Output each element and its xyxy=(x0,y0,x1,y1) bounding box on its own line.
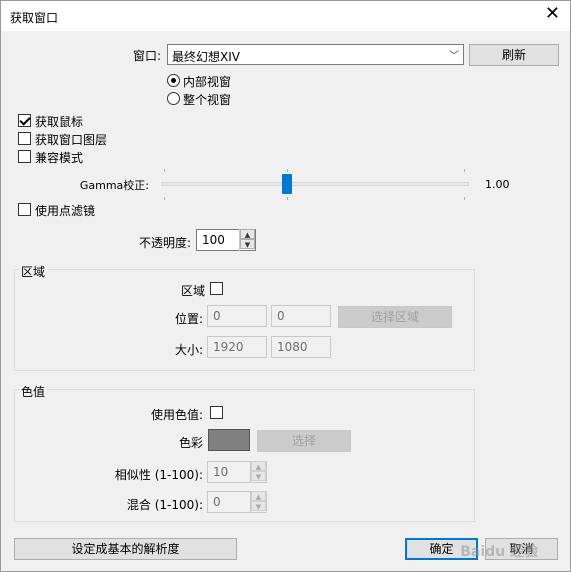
height-input[interactable]: 1080 xyxy=(271,336,331,358)
color-group-title: 色值 xyxy=(19,383,48,400)
slider-tick xyxy=(464,169,465,172)
opacity-input[interactable]: 100 ▲ ▼ xyxy=(196,229,256,251)
use-filter-checkbox[interactable] xyxy=(18,203,31,216)
use-color-label: 使用色值: xyxy=(150,408,203,422)
position-x-input[interactable]: 0 xyxy=(207,305,267,327)
radio-whole-window[interactable] xyxy=(167,92,180,105)
select-region-button[interactable]: 选择区域 xyxy=(338,306,452,328)
blend-stepper[interactable]: ▲ ▼ xyxy=(250,491,266,513)
gamma-slider-thumb[interactable] xyxy=(282,174,292,194)
position-y-input[interactable]: 0 xyxy=(271,305,331,327)
gamma-label: Gamma校正: xyxy=(79,179,149,192)
select-color-button[interactable]: 选择 xyxy=(257,430,351,452)
window-label: 窗口: xyxy=(132,49,161,63)
stepper-up-icon[interactable]: ▲ xyxy=(240,229,255,239)
region-group-title: 区域 xyxy=(19,263,48,280)
region-enable-checkbox[interactable] xyxy=(210,282,223,295)
compat-mode-label: 兼容模式 xyxy=(35,151,84,165)
blend-label: 混合 (1-100): xyxy=(126,498,203,512)
opacity-value: 100 xyxy=(202,233,225,247)
capture-layers-checkbox[interactable] xyxy=(18,132,31,145)
use-filter-label: 使用点滤镜 xyxy=(35,204,96,218)
use-color-checkbox[interactable] xyxy=(210,406,223,419)
dialog-title: 获取窗口 xyxy=(10,11,59,25)
radio-whole-window-label: 整个视窗 xyxy=(183,93,232,107)
capture-mouse-label: 获取鼠标 xyxy=(35,115,84,129)
radio-inner-window-label: 内部视窗 xyxy=(183,75,232,89)
capture-layers-label: 获取窗口图层 xyxy=(35,133,108,147)
base-resolution-button[interactable]: 设定成基本的解析度 xyxy=(14,538,237,560)
radio-inner-window[interactable] xyxy=(167,74,180,87)
stepper-down-icon[interactable]: ▼ xyxy=(251,471,266,481)
slider-tick xyxy=(287,169,288,172)
opacity-stepper[interactable]: ▲ ▼ xyxy=(239,229,255,251)
window-select[interactable]: 最终幻想XIV ﹀ xyxy=(167,44,464,65)
similarity-label: 相似性 (1-100): xyxy=(114,468,203,482)
position-label: 位置: xyxy=(174,312,203,326)
slider-tick xyxy=(287,197,288,200)
width-input[interactable]: 1920 xyxy=(207,336,267,358)
stepper-up-icon[interactable]: ▲ xyxy=(251,461,266,471)
chevron-down-icon: ﹀ xyxy=(449,51,459,62)
refresh-button[interactable]: 刷新 xyxy=(469,44,559,66)
blend-input[interactable]: 0 ▲ ▼ xyxy=(207,491,267,513)
size-label: 大小: xyxy=(174,343,203,357)
close-icon[interactable]: ✕ xyxy=(545,5,560,23)
blend-value: 0 xyxy=(213,495,221,509)
get-window-dialog: 获取窗口 ✕ 窗口: 最终幻想XIV ﹀ 刷新 内部视窗 整个视窗 获取鼠标 获… xyxy=(0,0,571,572)
window-select-value: 最终幻想XIV xyxy=(172,50,240,64)
stepper-down-icon[interactable]: ▼ xyxy=(251,501,266,511)
color-label: 色彩 xyxy=(178,436,203,450)
title-bar: 获取窗口 ✕ xyxy=(1,1,570,31)
stepper-down-icon[interactable]: ▼ xyxy=(240,239,255,249)
opacity-label: 不透明度: xyxy=(138,236,191,250)
compat-mode-checkbox[interactable] xyxy=(18,150,31,163)
gamma-value: 1.00 xyxy=(485,178,510,191)
gamma-slider-track[interactable] xyxy=(161,182,469,186)
capture-mouse-checkbox[interactable] xyxy=(18,114,31,127)
slider-tick xyxy=(164,197,165,200)
similarity-value: 10 xyxy=(213,465,229,479)
stepper-up-icon[interactable]: ▲ xyxy=(251,491,266,501)
slider-tick xyxy=(464,197,465,200)
similarity-input[interactable]: 10 ▲ ▼ xyxy=(207,461,267,483)
watermark-logo: Baidu 经验 xyxy=(460,544,538,560)
color-swatch[interactable] xyxy=(208,429,250,451)
similarity-stepper[interactable]: ▲ ▼ xyxy=(250,461,266,483)
region-enable-label: 区域 xyxy=(180,284,205,298)
slider-tick xyxy=(164,169,165,172)
